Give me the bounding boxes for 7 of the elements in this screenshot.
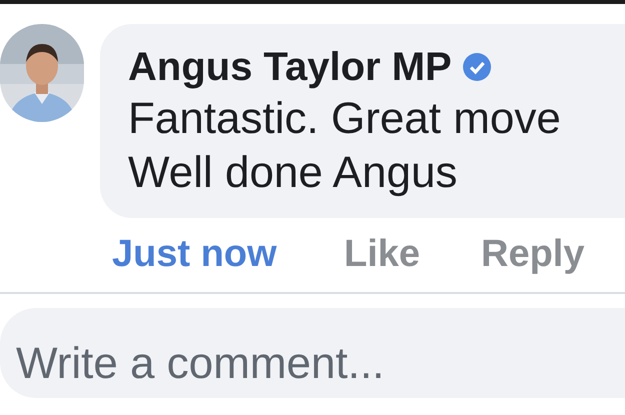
action-link[interactable]: Like xyxy=(344,226,481,282)
comment-text: Well done Angus xyxy=(128,147,458,199)
action-link[interactable]: Reply xyxy=(481,226,618,282)
comment-text: Fantastic. Great move xyxy=(128,93,562,145)
comment-field[interactable]: Write a comment... xyxy=(0,308,625,398)
timestamp-link[interactable]: Just now xyxy=(112,226,344,282)
author-name[interactable]: Angus Taylor MP xyxy=(128,42,452,92)
